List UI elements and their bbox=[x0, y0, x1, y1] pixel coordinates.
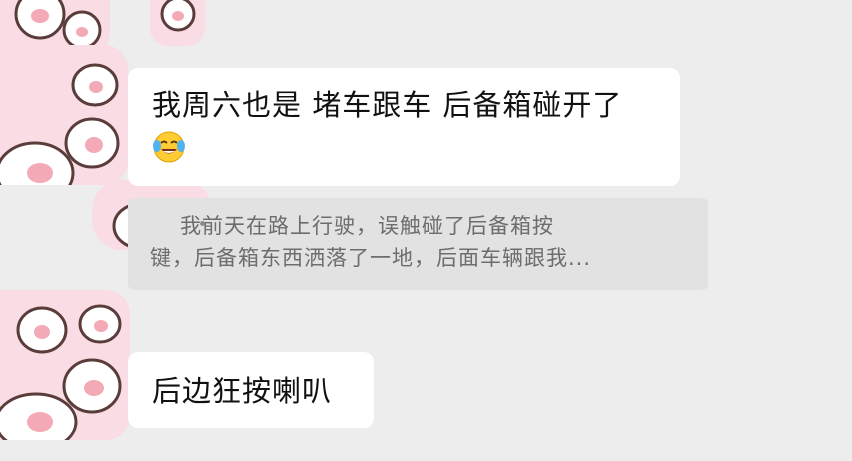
quote-separator-dot bbox=[200, 221, 205, 226]
message-text: 后边狂按喇叭 bbox=[152, 374, 333, 408]
quote-line-2: 键，后备箱东西洒落了一地，后面车辆跟我... bbox=[150, 246, 592, 270]
face-with-tears-of-joy-icon bbox=[153, 131, 185, 163]
chat-conversation: 我周六也是 堵车跟车 后备箱碰开了 我前天在路上行驶，误触碰了后备箱按 键，后备… bbox=[0, 0, 852, 461]
sender-avatar-top-right-peek bbox=[150, 0, 205, 46]
message-text: 我周六也是 堵车跟车 后备箱碰开了 bbox=[152, 88, 623, 122]
cat-paw-icon bbox=[0, 45, 128, 185]
quote-line-1: 我前天在路上行驶，误触碰了后备箱按 bbox=[180, 214, 554, 238]
message-bubble[interactable]: 我周六也是 堵车跟车 后备箱碰开了 bbox=[128, 68, 680, 186]
sender-avatar[interactable] bbox=[0, 45, 128, 185]
message-bubble[interactable]: 后边狂按喇叭 bbox=[128, 352, 374, 428]
quoted-message[interactable]: 我前天在路上行驶，误触碰了后备箱按 键，后备箱东西洒落了一地，后面车辆跟我... bbox=[128, 198, 708, 290]
sender-avatar-bottom[interactable] bbox=[0, 290, 130, 440]
cat-paw-icon bbox=[0, 290, 130, 440]
